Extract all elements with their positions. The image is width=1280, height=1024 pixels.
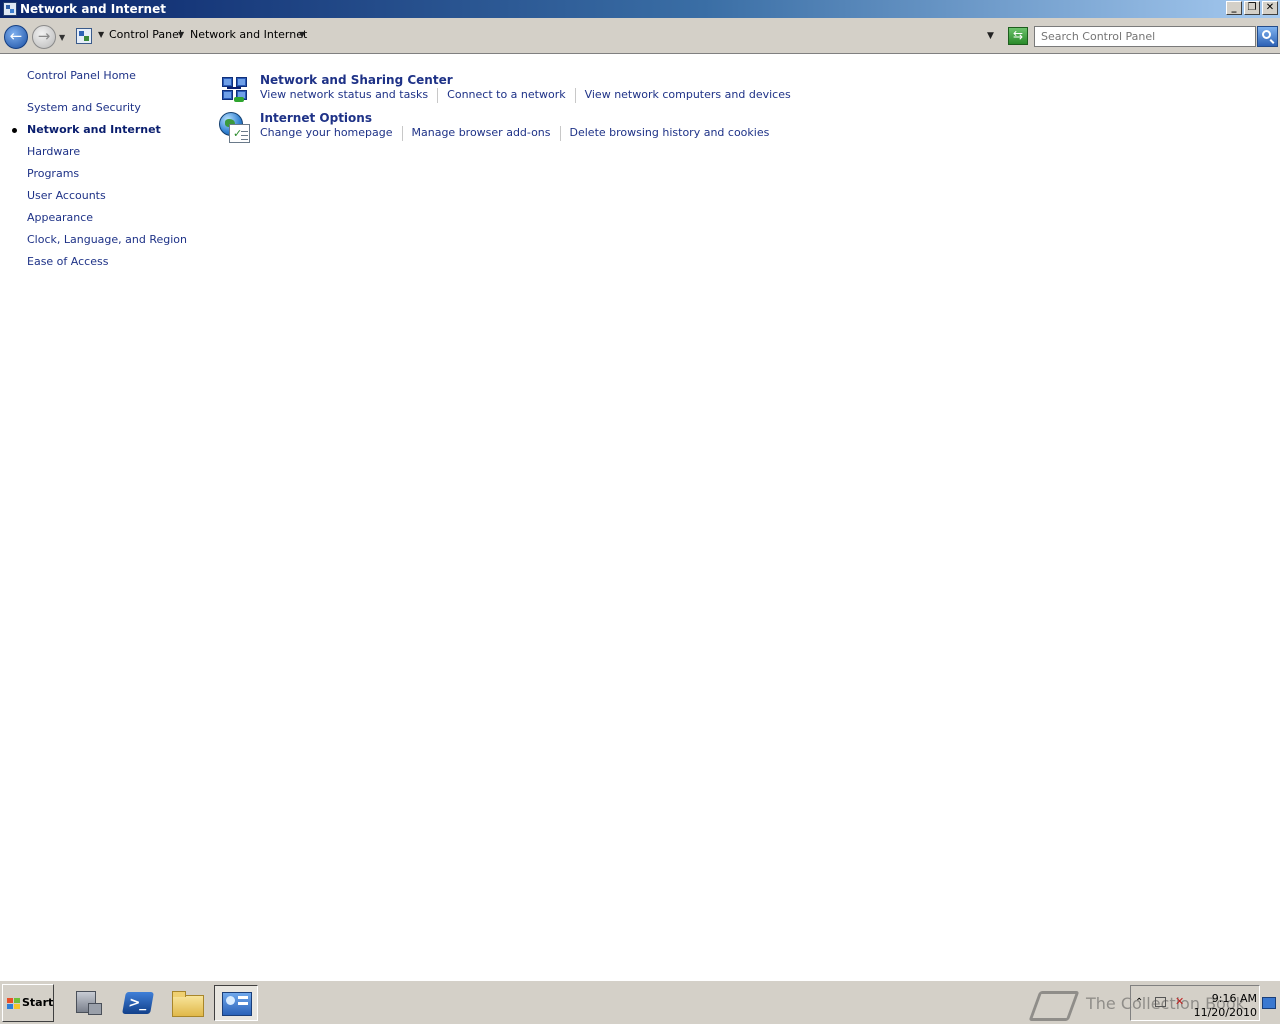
nav-appearance[interactable]: Appearance	[27, 211, 93, 225]
address-bar: ← → ▼ ▼ Control Panel ▼ Network and Inte…	[0, 18, 1280, 54]
volume-muted-icon[interactable]: ✕	[1175, 995, 1184, 1008]
show-hidden-icons-icon[interactable]: ⌃	[1135, 997, 1143, 1008]
explorer-icon[interactable]	[166, 985, 210, 1021]
link-view-network-computers[interactable]: View network computers and devices	[585, 88, 791, 103]
breadcrumb-network-and-internet[interactable]: Network and Internet	[190, 28, 307, 42]
clock-time: 9:16 AM	[1211, 992, 1257, 1005]
search-box[interactable]	[1034, 26, 1256, 47]
current-page-bullet	[12, 128, 17, 133]
link-separator	[401, 126, 403, 141]
search-button[interactable]	[1257, 26, 1278, 47]
control-panel-icon[interactable]	[214, 985, 258, 1021]
nav-user-accounts[interactable]: User Accounts	[27, 189, 106, 203]
category-title-internet-options[interactable]: Internet Options	[260, 111, 372, 125]
forward-button[interactable]: →	[32, 25, 56, 49]
link-connect-to-network[interactable]: Connect to a network	[447, 88, 565, 103]
recent-pages-dropdown[interactable]: ▼	[59, 33, 65, 42]
search-icon	[1262, 30, 1271, 39]
server-manager-icon[interactable]	[66, 985, 110, 1021]
window-title: Network and Internet	[20, 2, 166, 16]
windows-logo-icon	[7, 998, 20, 1010]
link-separator	[559, 126, 561, 141]
chevron-down-icon[interactable]: ▼	[178, 30, 184, 39]
back-button[interactable]: ←	[4, 25, 28, 49]
nav-control-panel-home[interactable]: Control Panel Home	[27, 69, 136, 83]
internet-options-icon[interactable]: ✓	[218, 111, 252, 145]
window-controls: _ ❐ ✕	[1226, 1, 1278, 15]
chevron-down-icon[interactable]: ▼	[98, 30, 104, 39]
refresh-button[interactable]: ⇆	[1008, 27, 1028, 45]
title-bar: Network and Internet _ ❐ ✕	[0, 0, 1280, 18]
address-field[interactable]: ▼ Control Panel ▼ Network and Internet ▼	[72, 25, 1004, 47]
clock[interactable]: 9:16 AM 11/20/2010	[1194, 992, 1257, 1020]
close-button[interactable]: ✕	[1262, 1, 1278, 15]
restore-button[interactable]: ❐	[1244, 1, 1260, 15]
system-tray: ⌃ ✕ 9:16 AM 11/20/2010	[1130, 985, 1260, 1021]
control-panel-icon	[76, 28, 92, 44]
chevron-down-icon[interactable]: ▼	[299, 30, 305, 39]
book-icon	[1030, 983, 1076, 1023]
link-separator	[437, 88, 439, 103]
control-panel-icon	[3, 2, 17, 16]
start-button[interactable]: Start	[2, 984, 54, 1022]
link-separator	[574, 88, 576, 103]
nav-clock-language-region[interactable]: Clock, Language, and Region	[27, 233, 187, 247]
clock-date: 11/20/2010	[1193, 1006, 1257, 1019]
network-sharing-icon[interactable]	[218, 73, 252, 107]
show-desktop-icon[interactable]	[1262, 997, 1276, 1009]
link-delete-browsing-history[interactable]: Delete browsing history and cookies	[570, 126, 770, 141]
category-title-network-sharing[interactable]: Network and Sharing Center	[260, 73, 453, 87]
category-links-network-sharing: View network status and tasks Connect to…	[260, 88, 791, 103]
nav-hardware[interactable]: Hardware	[27, 145, 80, 159]
category-links-internet-options: Change your homepage Manage browser add-…	[260, 126, 769, 141]
minimize-button[interactable]: _	[1226, 1, 1242, 15]
nav-system-and-security[interactable]: System and Security	[27, 101, 141, 115]
breadcrumb-control-panel[interactable]: Control Panel	[109, 28, 182, 42]
link-manage-add-ons[interactable]: Manage browser add-ons	[412, 126, 551, 141]
start-label: Start	[22, 996, 54, 1009]
address-dropdown-icon[interactable]: ▼	[987, 31, 994, 41]
taskbar: Start >_ The Collection Book ⌃ ✕ 9:16 AM…	[0, 980, 1280, 1024]
nav-programs[interactable]: Programs	[27, 167, 79, 181]
search-input[interactable]	[1035, 27, 1255, 46]
link-change-homepage[interactable]: Change your homepage	[260, 126, 393, 141]
nav-network-and-internet[interactable]: Network and Internet	[27, 123, 161, 137]
nav-ease-of-access[interactable]: Ease of Access	[27, 255, 108, 269]
link-view-network-status[interactable]: View network status and tasks	[260, 88, 428, 103]
network-tray-icon[interactable]	[1155, 997, 1166, 1007]
powershell-icon[interactable]: >_	[116, 985, 160, 1021]
